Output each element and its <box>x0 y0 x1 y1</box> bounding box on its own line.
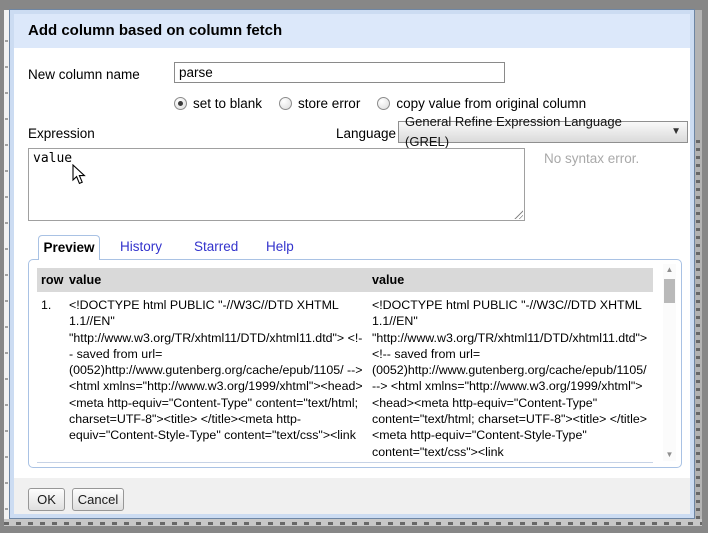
screen: Add column based on column fetch New col… <box>0 0 708 533</box>
column-header-value-original: value <box>69 273 372 287</box>
preview-scrollbar[interactable]: ▲ ▼ <box>663 264 676 461</box>
expression-textarea[interactable]: value <box>28 148 525 221</box>
computed-value-cell: <!DOCTYPE html PUBLIC "-//W3C//DTD XHTML… <box>372 297 653 462</box>
radio-label: copy value from original column <box>396 96 586 111</box>
row-index-cell: 1. <box>37 297 69 462</box>
radio-icon[interactable] <box>279 97 292 110</box>
radio-label: store error <box>298 96 360 111</box>
preview-panel: row value value 1. <!DOCTYPE html PUBLIC… <box>28 259 682 468</box>
ok-button[interactable]: OK <box>28 488 65 511</box>
dialog-header: Add column based on column fetch <box>14 14 690 48</box>
table-row: 1. <!DOCTYPE html PUBLIC "-//W3C//DTD XH… <box>37 297 653 463</box>
syntax-status: No syntax error. <box>544 151 639 166</box>
tab-history[interactable]: History <box>120 239 162 254</box>
radio-store-error[interactable]: store error <box>279 96 360 111</box>
new-column-name-label: New column name <box>28 67 140 82</box>
column-header-value-computed: value <box>372 273 653 287</box>
radio-label: set to blank <box>193 96 262 111</box>
language-select[interactable]: General Refine Expression Language (GREL… <box>398 121 688 143</box>
background-page-bottom-sliver <box>4 519 702 526</box>
tab-preview[interactable]: Preview <box>38 235 100 260</box>
scrollbar-thumb[interactable] <box>664 279 675 303</box>
language-label: Language <box>336 126 396 141</box>
radio-set-to-blank[interactable]: set to blank <box>174 96 262 111</box>
radio-icon[interactable] <box>377 97 390 110</box>
add-column-fetch-dialog: Add column based on column fetch New col… <box>10 10 694 518</box>
language-selected-option: General Refine Expression Language (GREL… <box>405 112 665 152</box>
radio-icon[interactable] <box>174 97 187 110</box>
dialog-title: Add column based on column fetch <box>28 22 282 39</box>
tab-help[interactable]: Help <box>266 239 294 254</box>
tab-starred[interactable]: Starred <box>194 239 238 254</box>
background-page-right-sliver <box>695 10 702 522</box>
scroll-down-icon[interactable]: ▼ <box>663 449 676 461</box>
radio-copy-value[interactable]: copy value from original column <box>377 96 586 111</box>
on-error-radio-group: set to blank store error copy value from… <box>174 95 603 111</box>
dropdown-caret-icon: ▼ <box>671 122 681 142</box>
cancel-button[interactable]: Cancel <box>72 488 124 511</box>
original-value-cell: <!DOCTYPE html PUBLIC "-//W3C//DTD XHTML… <box>69 297 372 462</box>
preview-table-header: row value value <box>37 268 653 292</box>
column-header-row: row <box>37 273 69 287</box>
new-column-name-input[interactable] <box>174 62 505 83</box>
scroll-up-icon[interactable]: ▲ <box>663 264 676 276</box>
expression-label: Expression <box>28 126 95 141</box>
